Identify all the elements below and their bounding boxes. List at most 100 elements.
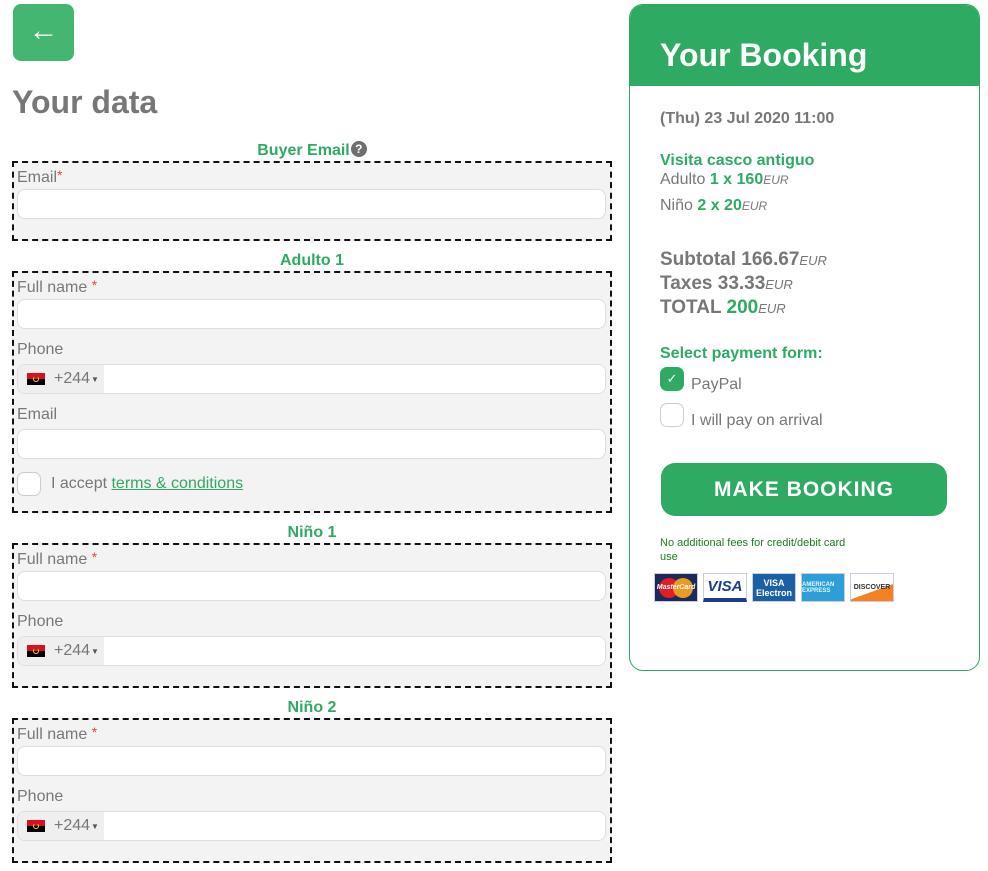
card-text: VISA xyxy=(763,577,785,588)
item-qty-price: 1 x 160 xyxy=(709,171,764,188)
card-subtext: Electron xyxy=(755,587,792,598)
subtotal-value: 166.67 xyxy=(741,249,800,270)
caret-down-icon: ▼ xyxy=(91,821,99,831)
terms-prefix: I accept xyxy=(51,475,112,492)
currency: EUR xyxy=(763,173,789,187)
payment-form-title: Select payment form: xyxy=(660,345,823,362)
page-title: Your data xyxy=(12,84,158,120)
fullname-label: Full name * xyxy=(17,546,606,568)
taxes-value: 33.33 xyxy=(717,273,766,294)
pay-on-arrival-checkbox[interactable] xyxy=(660,403,684,427)
accepted-cards: MasterCard VISA VISA Electron AMERICAN EX… xyxy=(654,573,979,602)
currency: EUR xyxy=(765,277,793,292)
booking-datetime: (Thu) 23 Jul 2020 11:00 xyxy=(660,110,835,127)
back-button[interactable]: ← xyxy=(13,4,74,61)
buyer-email-input[interactable] xyxy=(17,189,606,219)
phone-label: Phone xyxy=(17,341,64,358)
fullname-label: Full name * xyxy=(17,721,606,743)
terms-link[interactable]: terms & conditions xyxy=(111,475,243,492)
terms-row: I accept terms & conditions xyxy=(17,469,606,499)
item-qty-price: 2 x 20 xyxy=(697,197,742,214)
arrow-left-icon: ← xyxy=(28,14,59,47)
fullname-input[interactable] xyxy=(17,571,606,601)
phone-field: +244 ▼ xyxy=(17,364,606,394)
currency: EUR xyxy=(758,301,786,316)
label-text: Full name xyxy=(17,551,88,568)
phone-label: Phone xyxy=(17,613,64,630)
discover-logo-icon: DISCOVER xyxy=(850,573,894,602)
payment-option-label: PayPal xyxy=(691,376,742,393)
payment-option-paypal[interactable]: ✓ PayPal xyxy=(660,367,979,399)
country-code-dropdown[interactable]: +244 ▼ xyxy=(18,812,104,840)
booking-summary-panel: Your Booking (Thu) 23 Jul 2020 11:00 Vis… xyxy=(629,4,980,671)
total-row: TOTAL 200EUR xyxy=(660,296,979,320)
paypal-checkbox[interactable]: ✓ xyxy=(660,367,684,391)
fullname-input[interactable] xyxy=(17,746,606,776)
phone-input[interactable] xyxy=(104,637,605,665)
mastercard-logo-icon: MasterCard xyxy=(654,573,698,602)
phone-field: +244 ▼ xyxy=(17,811,606,841)
subtotal-label: Subtotal xyxy=(660,249,736,270)
totals: Subtotal 166.67EUR Taxes 33.33EUR TOTAL … xyxy=(660,248,979,320)
participant-form: Buyer Email? Email* Adulto 1 Full name *… xyxy=(12,139,612,871)
taxes-row: Taxes 33.33EUR xyxy=(660,272,979,296)
item-label: Niño xyxy=(660,197,693,214)
participant-fieldset-nino-2: Full name * Phone +244 ▼ xyxy=(12,718,612,863)
card-text: MasterCard xyxy=(656,584,696,591)
participant-fieldset-nino-1: Full name * Phone +244 ▼ xyxy=(12,543,612,688)
terms-checkbox[interactable] xyxy=(17,472,41,496)
payment-option-arrival[interactable]: I will pay on arrival xyxy=(660,403,979,435)
currency: EUR xyxy=(741,199,768,213)
fullname-label: Full name * xyxy=(17,274,606,296)
email-label: Email xyxy=(17,406,58,423)
angola-flag-icon xyxy=(27,645,45,657)
label-text: Email xyxy=(17,169,58,186)
booking-title: Your Booking xyxy=(660,37,868,73)
american-express-logo-icon: AMERICAN EXPRESS xyxy=(801,573,845,602)
card-text: VISA xyxy=(707,577,743,595)
required-mark: * xyxy=(91,277,98,293)
check-icon: ✓ xyxy=(666,371,678,386)
dial-code: +244 xyxy=(54,642,91,659)
label-text: Full name xyxy=(17,279,88,296)
phone-input[interactable] xyxy=(104,812,605,840)
phone-field: +244 ▼ xyxy=(17,636,606,666)
participant-fieldset-adulto-1: Full name * Phone +244 ▼ Email I accept t… xyxy=(12,271,612,513)
line-item-adulto: Adulto 1 x 160EUR xyxy=(660,170,979,190)
required-mark: * xyxy=(91,549,98,565)
fees-note: No additional fees for credit/debit card… xyxy=(660,537,846,563)
caret-down-icon: ▼ xyxy=(91,646,99,656)
label-text: Full name xyxy=(17,726,88,743)
phone-input[interactable] xyxy=(104,365,605,393)
help-icon[interactable]: ? xyxy=(350,141,367,157)
make-booking-button[interactable]: MAKE BOOKING xyxy=(661,463,947,516)
participant-heading-nino-2: Niño 2 xyxy=(287,699,337,716)
email-input[interactable] xyxy=(17,429,606,459)
angola-flag-icon xyxy=(27,373,45,385)
visa-logo-icon: VISA xyxy=(703,573,747,602)
caret-down-icon: ▼ xyxy=(91,374,99,384)
buyer-email-heading: Buyer Email? xyxy=(12,139,612,161)
booking-panel-header: Your Booking xyxy=(630,5,979,86)
card-text: DISCOVER xyxy=(853,584,891,591)
total-value: 200 xyxy=(726,297,759,318)
phone-label: Phone xyxy=(17,788,64,805)
fullname-input[interactable] xyxy=(17,299,606,329)
dial-code: +244 xyxy=(54,370,91,387)
taxes-label: Taxes xyxy=(660,273,713,294)
country-code-dropdown[interactable]: +244 ▼ xyxy=(18,637,104,665)
angola-flag-icon xyxy=(27,820,45,832)
dial-code: +244 xyxy=(54,817,91,834)
terms-text: I accept terms & conditions xyxy=(51,475,243,493)
item-label: Adulto xyxy=(660,171,706,188)
buyer-email-label: Email* xyxy=(17,164,606,186)
country-code-dropdown[interactable]: +244 ▼ xyxy=(18,365,104,393)
required-mark: * xyxy=(57,167,63,183)
line-item-nino: Niño 2 x 20EUR xyxy=(660,196,979,216)
payment-option-label: I will pay on arrival xyxy=(691,412,823,429)
buyer-email-fieldset: Email* xyxy=(12,161,612,241)
booking-panel-body: (Thu) 23 Jul 2020 11:00 Visita casco ant… xyxy=(630,86,979,602)
subtotal-row: Subtotal 166.67EUR xyxy=(660,248,979,272)
card-text: AMERICAN EXPRESS xyxy=(802,581,835,594)
participant-heading-nino-1: Niño 1 xyxy=(287,524,337,541)
